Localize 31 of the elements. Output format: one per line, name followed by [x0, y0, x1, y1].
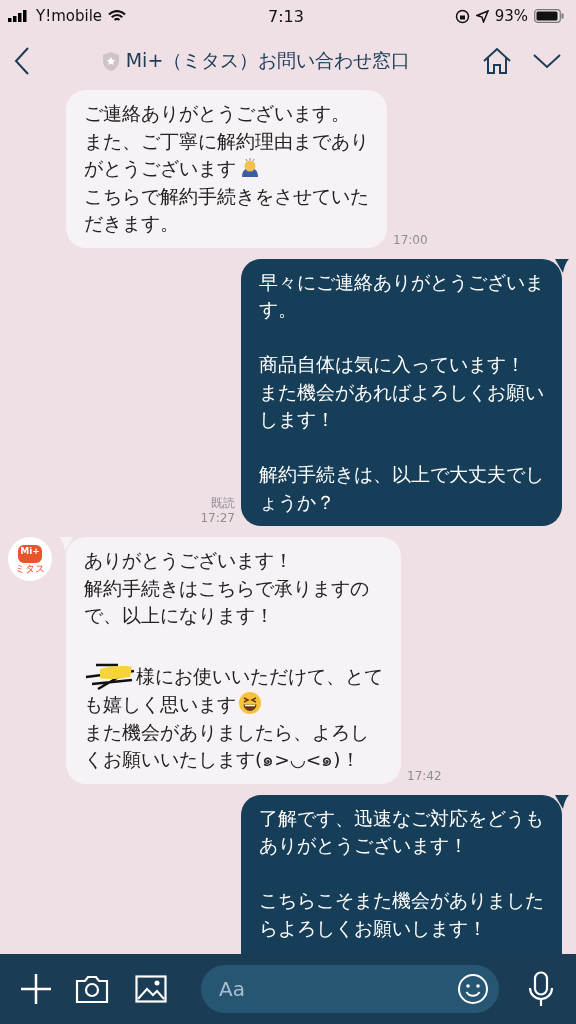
message-time: 17:42: [407, 768, 442, 784]
read-receipt: 既読: [211, 496, 235, 511]
avatar-logo: Mi+: [18, 544, 42, 563]
laughing-face-icon: [238, 691, 262, 715]
message-input-field[interactable]: Aa: [201, 965, 499, 1013]
chat-title: Mi+（ミタス）お問い合わせ窓口: [125, 48, 411, 73]
bubble-tail: [555, 794, 569, 809]
plus-button[interactable]: [20, 973, 52, 1005]
bubble-tail: [555, 258, 569, 273]
wifi-icon: [108, 9, 127, 23]
avatar-label: ミタス: [15, 562, 45, 574]
back-button[interactable]: [14, 46, 30, 76]
home-icon[interactable]: [482, 47, 512, 75]
message-time: 17:27: [200, 511, 235, 526]
message-bubble: ご連絡ありがとうございます。 また、ご丁寧に解約理由まであり がとうございます こちらで解約手続きをさせていた だきます。: [66, 90, 387, 248]
battery-icon: [534, 9, 564, 23]
smiley-icon[interactable]: [457, 973, 489, 1005]
camera-button[interactable]: [75, 974, 109, 1004]
shield-star-icon: [101, 50, 120, 72]
carrier-name: Y!mobile: [36, 7, 103, 25]
avatar[interactable]: Mi+ ミタス: [8, 537, 52, 581]
location-arrow-icon: [475, 9, 489, 23]
bowing-person-icon: [239, 156, 261, 178]
image-button[interactable]: [135, 975, 167, 1003]
chevron-down-icon[interactable]: [532, 53, 562, 69]
clock-time: 7:13: [268, 6, 304, 26]
microphone-button[interactable]: [528, 971, 554, 1007]
rotation-lock-icon: [454, 8, 470, 24]
battery-percent: 93%: [494, 7, 528, 25]
signal-icon: [8, 10, 30, 22]
message-time: 17:00: [393, 232, 428, 248]
